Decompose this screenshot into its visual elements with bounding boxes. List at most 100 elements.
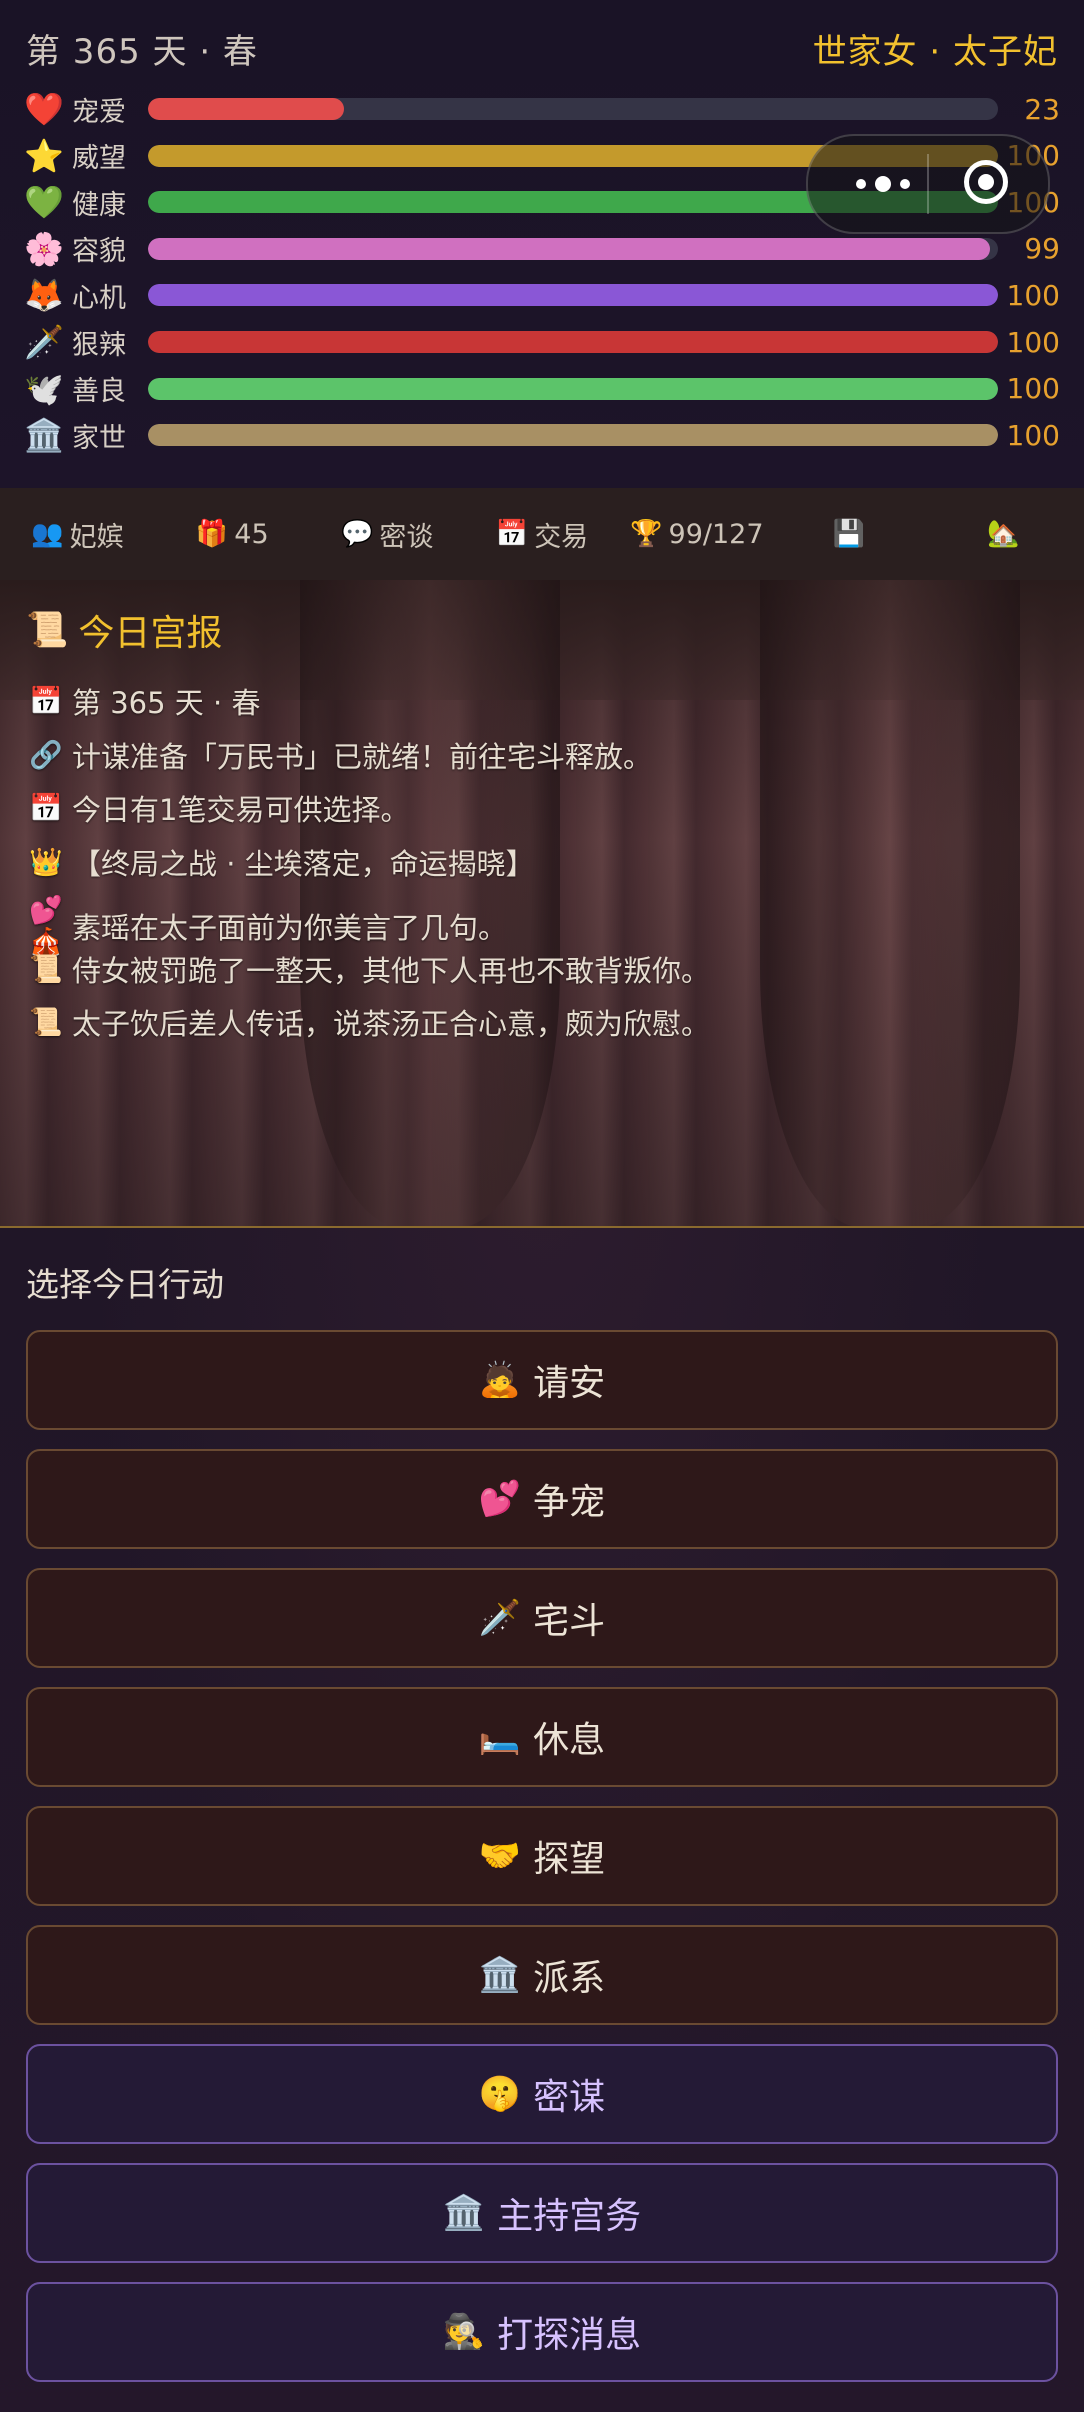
action-label: 休息 bbox=[533, 1720, 606, 1761]
nav-trade[interactable]: 📅 交易 bbox=[465, 515, 620, 554]
more-menu-icon[interactable] bbox=[838, 166, 928, 202]
action-label: 争宠 bbox=[533, 1482, 606, 1523]
dagger-icon: 🗡️ bbox=[24, 323, 64, 361]
two-hearts-icon: 💕 bbox=[478, 1479, 522, 1519]
handshake-icon: 🤝 bbox=[478, 1836, 522, 1876]
identity-title: 世家女 · 太子妃 bbox=[812, 32, 1058, 72]
action-compete-favor-button[interactable]: 💕 争宠 bbox=[26, 1449, 1058, 1549]
stat-row: 🦊 心机 100 bbox=[24, 272, 1060, 318]
stat-label: 心机 bbox=[72, 282, 126, 314]
stat-bar bbox=[148, 284, 998, 307]
heart-icon: ❤️ bbox=[24, 90, 64, 128]
star-icon: ⭐ bbox=[24, 136, 64, 175]
calendar-24-icon: 📅 bbox=[29, 793, 63, 824]
report-title-text: 今日宫报 bbox=[78, 613, 223, 654]
report-line-text: 今日有1笔交易可供选择。 bbox=[72, 793, 410, 827]
action-label: 派系 bbox=[533, 1958, 606, 1999]
nav-home[interactable]: 🏡 bbox=[929, 519, 1084, 549]
scroll-icon: 📜 bbox=[26, 610, 69, 650]
action-scout-news-button[interactable]: 🕵️ 打探消息 bbox=[26, 2282, 1058, 2382]
report-line-text: 素瑶在太子面前为你美言了几句。 bbox=[72, 911, 508, 945]
stat-bar-fill bbox=[148, 98, 344, 120]
nav-consorts[interactable]: 👥 妃嫔 bbox=[0, 515, 155, 554]
report-line: 👑 【终局之战 · 尘埃落定，命运揭晓】 bbox=[28, 841, 534, 883]
game-screen: 第 365 天 · 春 世家女 · 太子妃 ❤️宠爱 23 ⭐威望 100 💚健康 100… bbox=[0, 0, 1084, 2412]
action-greet-button[interactable]: 🙇 请安 bbox=[26, 1330, 1058, 1430]
stat-label: 狠辣 bbox=[72, 329, 126, 361]
stat-bar-fill bbox=[148, 237, 990, 260]
stat-value: 23 bbox=[1024, 92, 1060, 126]
nav-achievements[interactable]: 🏆 99/127 bbox=[619, 519, 774, 550]
scroll-icon: 📜 bbox=[29, 1007, 63, 1038]
stat-label: 威望 bbox=[72, 143, 126, 175]
stat-value: 100 bbox=[1006, 418, 1060, 452]
nav-secret-talk[interactable]: 💬 密谈 bbox=[310, 515, 465, 554]
stat-value: 99 bbox=[1024, 232, 1060, 266]
stat-row: ❤️ 宠爱 23 bbox=[24, 86, 1060, 132]
top-nav-bar: 👥 妃嫔 🎁 45 💬 密谈 📅 交易 🏆 99/127 💾 🏡 bbox=[0, 488, 1084, 580]
detective-icon: 🕵️ bbox=[442, 2312, 486, 2352]
stat-bar bbox=[148, 424, 998, 447]
bowing-person-icon: 🙇 bbox=[478, 1360, 522, 1400]
report-line: 🔗 计谋准备「万民书」已就绪！前往宅斗释放。 bbox=[28, 734, 652, 776]
nav-label: 密谈 bbox=[379, 521, 434, 553]
stat-label: 善良 bbox=[72, 376, 126, 408]
action-label: 请安 bbox=[533, 1363, 606, 1404]
crown-icon: 👑 bbox=[29, 846, 63, 878]
house-icon: 🏡 bbox=[987, 519, 1020, 549]
action-palace-affairs-button[interactable]: 🏛️ 主持宫务 bbox=[26, 2163, 1058, 2263]
speech-bubble-icon: 💬 bbox=[340, 519, 374, 549]
mini-program-capsule bbox=[806, 134, 1050, 234]
stat-bar-fill bbox=[148, 424, 998, 447]
stat-bar bbox=[148, 377, 998, 400]
action-visit-button[interactable]: 🤝 探望 bbox=[26, 1806, 1058, 1906]
stat-row: 🏛️ 家世 100 bbox=[24, 412, 1060, 458]
temple-icon: 🏛️ bbox=[442, 2193, 486, 2233]
dagger-icon: 🗡️ bbox=[478, 1598, 522, 1638]
temple-icon: 🏛️ bbox=[478, 1955, 522, 1995]
calendar-icon: 📅 bbox=[29, 686, 63, 717]
dove-icon: 🕊️ bbox=[24, 369, 64, 408]
green-heart-icon: 💚 bbox=[24, 183, 64, 222]
fox-icon: 🦊 bbox=[24, 276, 64, 315]
action-label: 打探消息 bbox=[497, 2315, 642, 2356]
calendar-24-icon: 📅 bbox=[495, 519, 529, 549]
status-panel: 第 365 天 · 春 世家女 · 太子妃 ❤️宠爱 23 ⭐威望 100 💚健康 100… bbox=[0, 0, 1084, 488]
stat-bar bbox=[148, 98, 998, 120]
stat-row: 🗡️ 狠辣 100 bbox=[24, 319, 1060, 365]
action-conspire-button[interactable]: 🤫 密谋 bbox=[26, 2044, 1058, 2144]
report-line-text: 侍女被罚跪了一整天，其他下人再也不敢背叛你。 bbox=[72, 953, 711, 988]
stat-label: 宠爱 bbox=[72, 96, 126, 128]
nav-gifts[interactable]: 🎁 45 bbox=[155, 519, 310, 550]
report-line: 📜 侍女被罚跪了一整天，其他下人再也不敢背叛你。 bbox=[28, 948, 710, 990]
floppy-disk-icon: 💾 bbox=[832, 519, 865, 549]
action-label: 宅斗 bbox=[533, 1601, 606, 1642]
daily-report-panel: 📜 今日宫报 📅 第 365 天 · 春 🔗 计谋准备「万民书」已就绪！前往宅斗释放。… bbox=[0, 580, 1084, 1228]
flower-icon: 🌸 bbox=[24, 229, 64, 268]
link-icon: 🔗 bbox=[29, 739, 63, 771]
action-household-fight-button[interactable]: 🗡️ 宅斗 bbox=[26, 1568, 1058, 1668]
action-faction-button[interactable]: 🏛️ 派系 bbox=[26, 1925, 1058, 2025]
nav-save[interactable]: 💾 bbox=[774, 519, 929, 549]
people-icon: 👥 bbox=[31, 519, 64, 549]
stat-bar bbox=[148, 237, 998, 260]
stat-value: 100 bbox=[1006, 278, 1060, 312]
report-divider bbox=[0, 1226, 1084, 1228]
report-line: 📅 今日有1笔交易可供选择。 bbox=[28, 787, 409, 829]
stat-bar-fill bbox=[148, 377, 998, 400]
nav-label: 妃嫔 bbox=[69, 521, 124, 553]
stat-value: 100 bbox=[1006, 325, 1060, 359]
close-mini-program-icon[interactable] bbox=[964, 160, 1008, 204]
stat-row: 🕊️ 善良 100 bbox=[24, 366, 1060, 412]
report-title: 📜 今日宫报 bbox=[26, 604, 222, 656]
trophy-icon: 🏆 bbox=[630, 519, 663, 549]
report-line-text: 太子饮后差人传话，说茶汤正合心意，颇为欣慰。 bbox=[72, 1007, 711, 1041]
action-rest-button[interactable]: 🛏️ 休息 bbox=[26, 1687, 1058, 1787]
nav-label: 45 bbox=[234, 518, 269, 550]
report-line-text: 第 365 天 · 春 bbox=[72, 686, 261, 720]
action-label: 探望 bbox=[533, 1839, 606, 1880]
scroll-icon: 📜 bbox=[29, 953, 63, 985]
temple-icon: 🏛️ bbox=[24, 416, 64, 455]
nav-label: 交易 bbox=[534, 521, 589, 553]
capsule-divider bbox=[927, 154, 929, 214]
